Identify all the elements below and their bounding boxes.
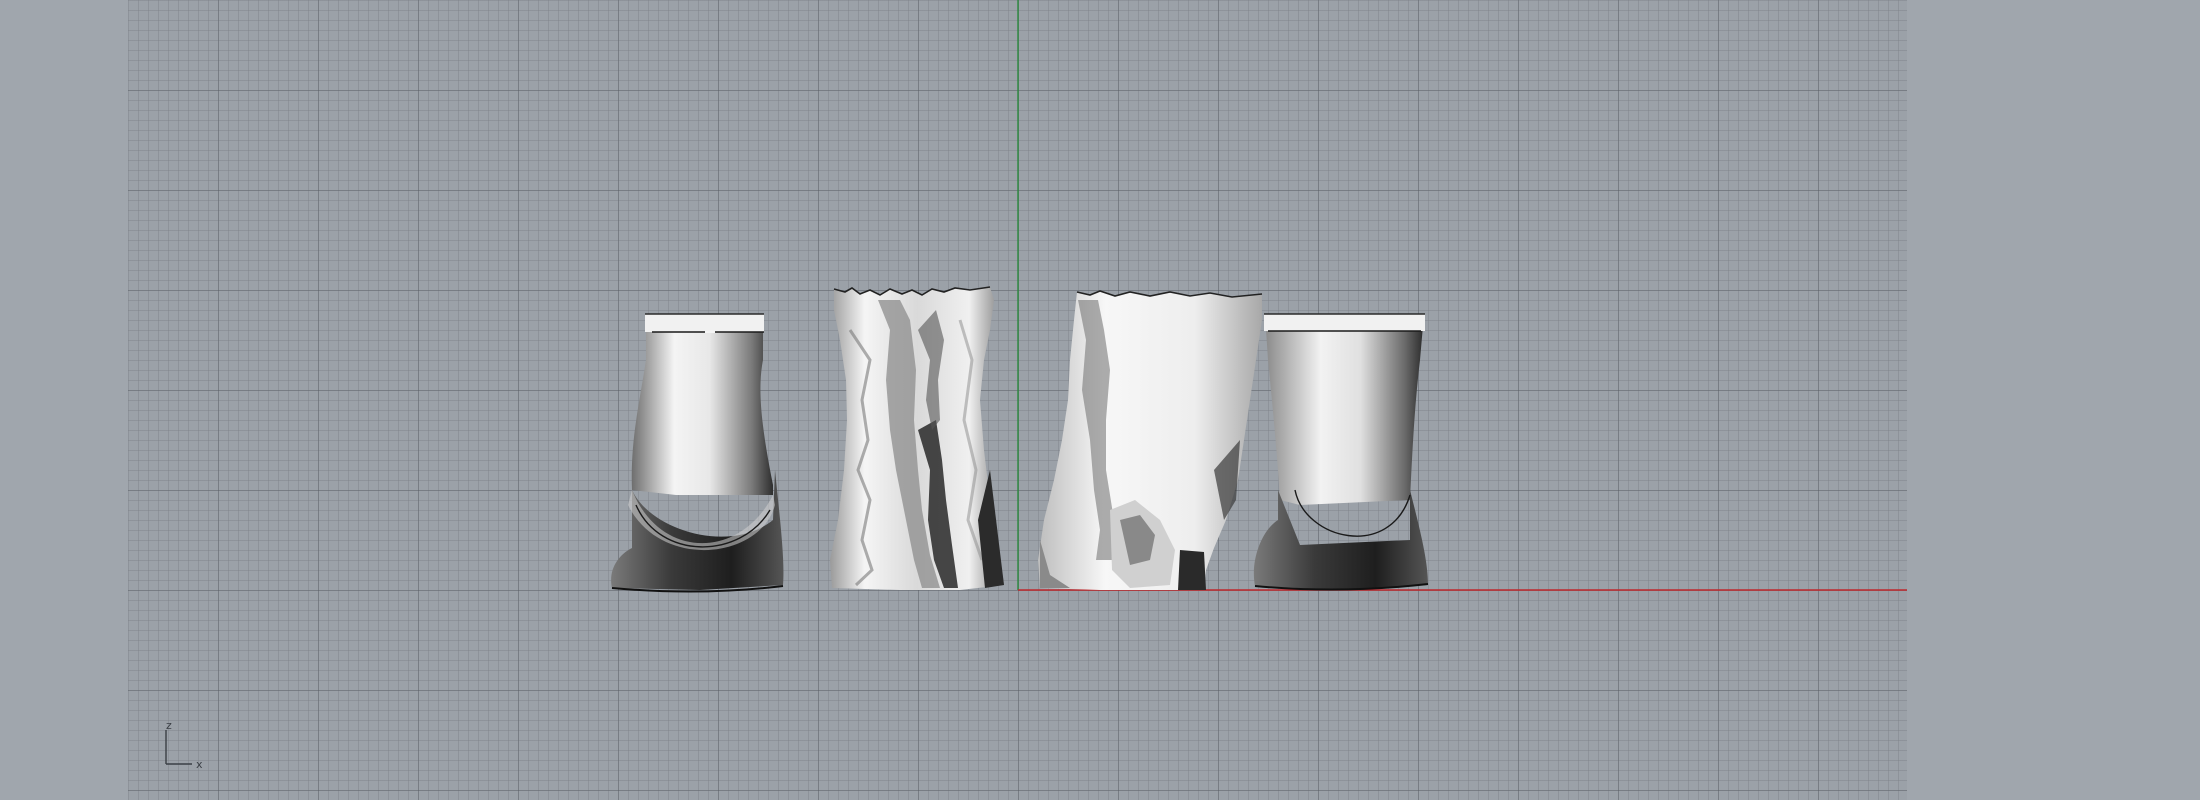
scanned-mesh-left[interactable]	[830, 286, 1004, 590]
viewport-scene	[611, 0, 1907, 593]
axis-gizmo-z-label: z	[166, 722, 172, 732]
axis-gizmo-x-label: x	[196, 758, 203, 768]
front-viewport[interactable]: z x	[128, 0, 1907, 800]
axis-gizmo: z x	[165, 722, 203, 768]
scanned-mesh-right[interactable]	[1038, 290, 1263, 590]
right-panel-margin	[1907, 0, 2200, 800]
smooth-cast-right[interactable]	[1253, 313, 1429, 591]
smooth-cast-left[interactable]	[611, 313, 784, 593]
left-panel-margin	[0, 0, 128, 800]
